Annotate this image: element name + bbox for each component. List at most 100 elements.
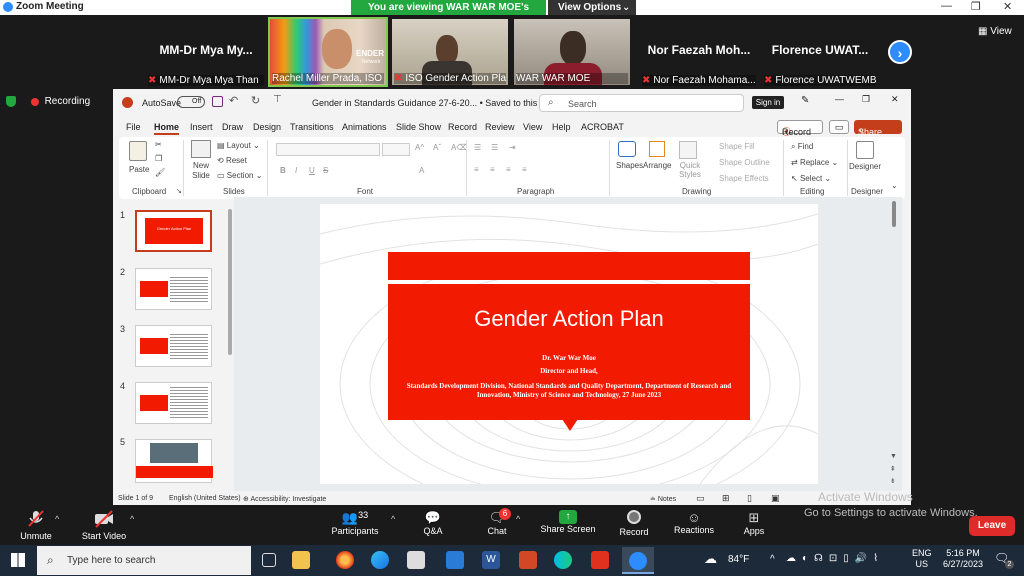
reset-button[interactable]: ⟲ Reset xyxy=(217,156,247,165)
presenter-affiliation[interactable]: Standards Development Division, National… xyxy=(398,382,740,400)
grow-font-icon[interactable]: A^ xyxy=(415,143,424,152)
minimize-icon[interactable]: — xyxy=(835,94,844,104)
normal-view-icon[interactable]: ▭ xyxy=(696,493,705,504)
mail-icon[interactable] xyxy=(446,551,464,569)
tab-file[interactable]: File xyxy=(126,122,141,132)
shrink-font-icon[interactable]: Aˇ xyxy=(433,143,441,152)
participant-tile-video[interactable]: WAR WAR MOE xyxy=(512,17,632,87)
tab-insert[interactable]: Insert xyxy=(190,122,213,132)
tab-animations[interactable]: Animations xyxy=(342,122,387,132)
tab-slide-show[interactable]: Slide Show xyxy=(396,122,441,132)
new-slide-button[interactable]: New Slide xyxy=(189,161,213,181)
weather-icon[interactable]: ☁ xyxy=(704,551,717,567)
tab-view[interactable]: View xyxy=(523,122,542,132)
minimize-icon[interactable]: — xyxy=(941,0,952,12)
word-icon[interactable]: W xyxy=(482,551,500,569)
quick-access-icon[interactable]: ⊤ xyxy=(273,94,282,105)
app-icon[interactable] xyxy=(519,551,537,569)
close-icon[interactable]: ✕ xyxy=(891,94,899,105)
sign-in-button[interactable]: Sign in xyxy=(752,96,784,109)
thumbnails-scrollbar[interactable] xyxy=(228,209,232,355)
language-indicator[interactable]: ENG US xyxy=(912,548,932,570)
align-right-icon[interactable]: ≡ xyxy=(506,165,511,174)
clock[interactable]: 5:16 PM 6/27/2023 xyxy=(942,548,984,570)
slide-thumbnail[interactable] xyxy=(135,439,213,483)
align-center-icon[interactable]: ≡ xyxy=(490,165,495,174)
underline-icon[interactable]: U xyxy=(309,166,315,175)
leave-button[interactable]: Leave xyxy=(969,516,1015,536)
chevron-up-icon[interactable]: ^ xyxy=(516,514,520,524)
justify-icon[interactable]: ≡ xyxy=(522,165,527,174)
font-size-dropdown[interactable] xyxy=(382,143,410,156)
participant-tile-video[interactable]: ENDER Network Rachel Miller Prada, ISO xyxy=(268,17,388,87)
slide-thumbnail[interactable] xyxy=(135,382,212,424)
weather-temp[interactable]: 84°F xyxy=(728,554,749,565)
view-button[interactable]: ▦ View xyxy=(978,26,1012,37)
tab-acrobat[interactable]: ACROBAT xyxy=(581,122,624,132)
tab-transitions[interactable]: Transitions xyxy=(290,122,334,132)
dialog-launcher-icon[interactable]: ↘ xyxy=(176,187,182,195)
prev-slide-icon[interactable]: ⇞ xyxy=(890,465,896,473)
designer-button[interactable]: Designer xyxy=(849,162,881,171)
participant-tile[interactable]: Nor Faezah Moh... ✖ Nor Faezah Mohama... xyxy=(640,17,758,87)
firefox-icon[interactable] xyxy=(336,551,354,569)
strikethrough-icon[interactable]: S xyxy=(323,166,328,175)
indent-icon[interactable]: ⇥ xyxy=(509,143,516,152)
cut-icon[interactable]: ✂ xyxy=(155,140,162,149)
copy-icon[interactable]: ❐ xyxy=(155,154,162,163)
recording-indicator[interactable]: Recording xyxy=(6,96,90,107)
slide-title[interactable]: Gender Action Plan xyxy=(388,306,750,332)
participants-button[interactable]: 👥33 Participants xyxy=(328,510,382,544)
edge-icon[interactable] xyxy=(371,551,389,569)
next-slide-icon[interactable]: ⇟ xyxy=(890,477,896,485)
current-slide[interactable]: Gender Action Plan Dr. War War Moe Direc… xyxy=(320,204,818,484)
record-button[interactable]: Record xyxy=(616,510,652,544)
designer-icon[interactable] xyxy=(856,141,874,159)
apps-button[interactable]: ⊞ Apps xyxy=(738,510,770,544)
slide-thumbnail[interactable] xyxy=(135,268,212,310)
find-button[interactable]: ⌕ Find xyxy=(791,142,813,152)
file-explorer-icon[interactable] xyxy=(292,551,310,569)
task-view-icon[interactable] xyxy=(262,553,276,567)
chevron-up-icon[interactable]: ^ xyxy=(391,514,395,524)
scroll-down-icon[interactable]: ▼ xyxy=(890,453,897,460)
new-slide-icon[interactable] xyxy=(191,140,211,158)
tab-home[interactable]: Home xyxy=(154,122,180,135)
arrange-button[interactable]: Arrange xyxy=(643,161,671,170)
bullets-icon[interactable]: ☰ xyxy=(474,143,481,152)
comments-icon[interactable]: ▭ xyxy=(829,120,849,134)
participant-tile-video[interactable]: ✖ ISO Gender Action Plan xyxy=(390,17,510,87)
store-icon[interactable] xyxy=(407,551,425,569)
view-options-button[interactable]: View Options ⌄ xyxy=(548,0,636,16)
participant-tile[interactable]: MM-Dr Mya My... ✖ MM-Dr Mya Mya Than xyxy=(146,17,266,87)
notes-button[interactable]: ≐ Notes xyxy=(650,495,676,503)
italic-icon[interactable]: I xyxy=(295,166,297,175)
shapes-button[interactable]: Shapes xyxy=(616,161,643,170)
redo-icon[interactable]: ↻ xyxy=(251,94,260,107)
paste-icon[interactable] xyxy=(129,141,147,161)
presenter-name[interactable]: Dr. War War Moe xyxy=(388,354,750,362)
font-name-dropdown[interactable] xyxy=(276,143,380,156)
shape-fill-button[interactable]: Shape Fill xyxy=(719,142,755,151)
tab-review[interactable]: Review xyxy=(485,122,515,132)
search-box[interactable]: ⌕ Search xyxy=(539,94,744,112)
share-button[interactable]: ⇪ Share xyxy=(854,120,902,137)
share-screen-button[interactable]: ↑ Share Screen xyxy=(538,510,598,544)
paste-button[interactable]: Paste xyxy=(129,165,149,174)
record-button[interactable]: ⦿ Record xyxy=(777,120,823,137)
participant-tile[interactable]: Florence UWAT... ✖ Florence UWATWEMBI xyxy=(762,17,878,87)
slide-sorter-icon[interactable]: ⊞ xyxy=(722,493,730,504)
numbering-icon[interactable]: ☰ xyxy=(491,143,498,152)
shape-effects-button[interactable]: Shape Effects xyxy=(719,174,769,183)
language-status[interactable]: English (United States) xyxy=(169,495,241,502)
section-button[interactable]: ▭ Section ⌄ xyxy=(217,171,262,180)
tab-draw[interactable]: Draw xyxy=(222,122,243,132)
presenter-role[interactable]: Director and Head, xyxy=(388,367,750,375)
taskbar-search-input[interactable]: ⌕ Type here to search xyxy=(37,546,251,575)
slideshow-icon[interactable]: ▣ xyxy=(771,493,780,504)
start-video-button[interactable]: Start Video xyxy=(78,510,130,544)
quick-styles-button[interactable]: Quick Styles xyxy=(678,161,702,179)
tab-help[interactable]: Help xyxy=(552,122,571,132)
zoom-taskbar-icon[interactable] xyxy=(622,547,654,574)
canvas-scrollbar[interactable] xyxy=(892,201,896,227)
